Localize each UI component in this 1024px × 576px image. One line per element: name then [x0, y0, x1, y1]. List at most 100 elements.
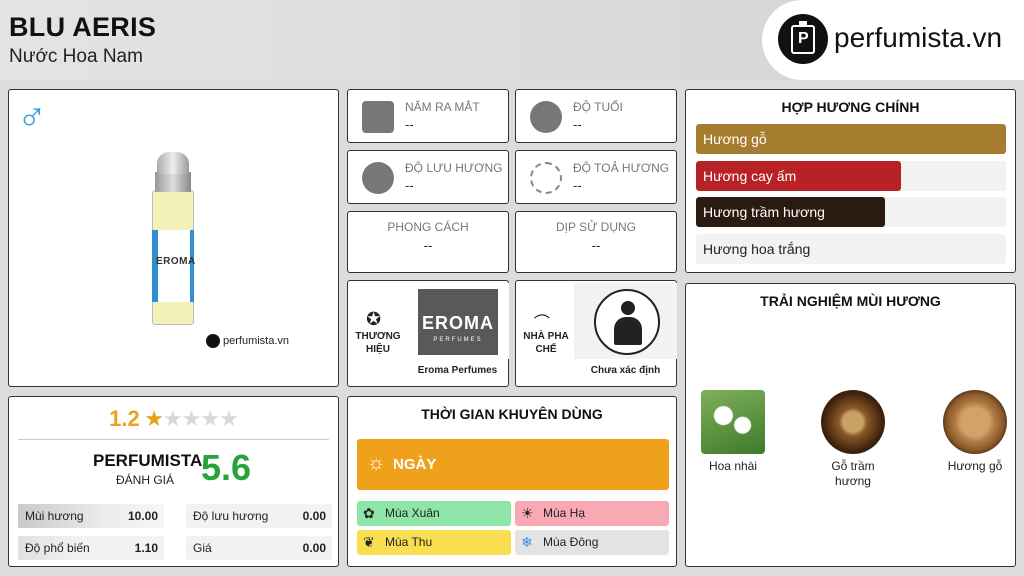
release-year-label: NĂM RA MẮT — [405, 100, 480, 114]
sillage-card: ĐỘ TOẢ HƯƠNG -- — [515, 150, 677, 204]
stat-label: Mùi hương — [25, 509, 84, 523]
perfumer-avatar — [594, 289, 660, 355]
star-icon[interactable]: ★ — [144, 406, 164, 431]
day-indicator: ☼ NGÀY — [357, 439, 669, 490]
person-icon — [530, 101, 562, 133]
accord-bar: Hương trầm hương — [696, 197, 1006, 227]
perfumer-image-panel — [574, 283, 677, 359]
age-value: -- — [573, 117, 582, 132]
occasion-card: DỊP SỬ DỤNG -- — [515, 211, 677, 273]
page-header: BLU AERIS Nước Hoa Nam P perfumista.vn — [0, 0, 1024, 80]
note-jasmine[interactable]: Hoa nhài — [698, 390, 768, 474]
release-year-card: NĂM RA MẮT -- — [347, 89, 509, 143]
occasion-label: DỊP SỬ DỤNG — [555, 220, 637, 234]
sillage-person-icon — [530, 162, 562, 194]
longevity-card: ĐỘ LƯU HƯƠNG -- — [347, 150, 509, 204]
perfumista-sublabel: ĐÁNH GIÁ — [116, 473, 175, 487]
rating-stars[interactable]: ★★★★★ — [144, 406, 239, 431]
note-agarwood[interactable]: Gỗ trầm hương — [818, 390, 888, 489]
scent-experience-card: TRẢI NGHIỆM MÙI HƯƠNG Hoa nhài Gỗ trầm h… — [685, 283, 1016, 567]
product-bottle-image: EROMA — [152, 152, 196, 327]
note-woody[interactable]: Hương gỗ — [940, 390, 1010, 474]
stat-label: Giá — [193, 541, 212, 555]
sun-icon: ☼ — [367, 452, 386, 474]
perfumista-score: 5.6 — [201, 447, 252, 488]
nose-icon: ⌒ — [534, 315, 551, 332]
note-label: Hương gỗ — [947, 459, 1003, 473]
age-label: ĐỘ TUỔI — [573, 100, 623, 114]
watermark-text: perfumista.vn — [223, 334, 290, 347]
time-title: THỜI GIAN KHUYÊN DÙNG — [421, 406, 603, 422]
clock-icon — [362, 162, 394, 194]
accord-label: Hương cay ấm — [703, 168, 797, 184]
accord-label: Hương trầm hương — [703, 204, 825, 220]
brand-label: THƯƠNG HIỆU — [355, 331, 401, 355]
brand-logo-text: EROMA — [422, 313, 494, 333]
note-label: Hoa nhài — [708, 459, 758, 473]
rating-card: 1.2 ★★★★★ PERFUMISTA ĐÁNH GIÁ 5.6 Mùi hư… — [8, 396, 339, 567]
bottle-label: EROMA — [156, 256, 196, 267]
stat-price: Giá 0.00 — [186, 536, 332, 560]
perfume-subtitle: Nước Hoa Nam — [9, 46, 143, 67]
season-spring: ✿ Mùa Xuân — [357, 501, 511, 526]
rating-divider — [18, 439, 329, 440]
brand-logo-subtext: PERFUMES — [433, 337, 483, 343]
accord-bar: Hương hoa trắng — [696, 234, 1006, 264]
main-accords-card: HỢP HƯƠNG CHÍNH Hương gỗ Hương cay ấm Hươn… — [685, 89, 1016, 273]
agarwood-image — [821, 390, 885, 454]
perfumista-label: PERFUMISTA — [93, 451, 203, 470]
star-icon[interactable]: ★ — [200, 406, 220, 431]
accord-label: Hương gỗ — [703, 131, 767, 147]
season-label: Mùa Xuân — [385, 506, 440, 520]
woody-image — [943, 390, 1007, 454]
perfume-bottle-logo-icon: P — [778, 14, 828, 64]
season-label: Mùa Đông — [543, 535, 599, 549]
note-label: Gỗ trầm hương — [831, 459, 875, 488]
watermark-logo-icon — [206, 334, 220, 348]
style-card: PHONG CÁCH -- — [347, 211, 509, 273]
age-card: ĐỘ TUỔI -- — [515, 89, 677, 143]
accord-bar: Hương gỗ — [696, 124, 1006, 154]
jasmine-image — [701, 390, 765, 454]
season-label: Mùa Hạ — [543, 506, 586, 520]
brand-card[interactable]: ✪ THƯƠNG HIỆU EROMA PERFUMES Eroma Perfu… — [347, 280, 509, 387]
image-watermark: perfumista.vn — [206, 334, 289, 348]
flower-icon: ✿ — [363, 505, 375, 521]
season-autumn: ❦ Mùa Thu — [357, 530, 511, 555]
star-icon[interactable]: ★ — [182, 406, 202, 431]
accords-title: HỢP HƯƠNG CHÍNH — [781, 99, 920, 115]
perfumer-label: NHÀ PHA CHẾ — [523, 331, 569, 355]
season-label: Mùa Thu — [385, 535, 433, 549]
site-logo-text: perfumista.vn — [834, 22, 1003, 53]
stat-popularity: Độ phổ biến 1.10 — [18, 536, 164, 560]
stat-label: Độ lưu hương — [193, 509, 269, 523]
season-summer: ☀ Mùa Hạ — [515, 501, 669, 526]
stat-value: 0.00 — [302, 509, 326, 523]
stat-value: 10.00 — [127, 509, 158, 523]
stat-value: 1.10 — [134, 541, 158, 555]
sun-small-icon: ☀ — [521, 505, 534, 521]
user-rating: 1.2 ★★★★★ — [9, 406, 338, 432]
brand-name: Eroma Perfumes — [417, 365, 498, 376]
star-badge-icon: ✪ — [366, 309, 382, 329]
brand-logo: EROMA PERFUMES — [418, 289, 498, 355]
perfumer-name: Chưa xác định — [590, 365, 661, 376]
sillage-value: -- — [573, 178, 582, 193]
site-logo[interactable]: P perfumista.vn — [762, 0, 1024, 80]
perfumer-card[interactable]: ⌒ NHÀ PHA CHẾ Chưa xác định — [515, 280, 677, 387]
stat-scent: Mùi hương 10.00 — [18, 504, 164, 528]
product-image-card: ♂ EROMA perfumista.vn — [8, 89, 339, 387]
star-icon[interactable]: ★ — [163, 406, 183, 431]
star-icon[interactable]: ★ — [219, 406, 239, 431]
calendar-icon — [362, 101, 394, 133]
day-label: NGÀY — [393, 456, 437, 473]
experience-title: TRẢI NGHIỆM MÙI HƯƠNG — [760, 293, 941, 309]
leaf-icon: ❦ — [363, 534, 375, 550]
male-symbol-icon: ♂ — [17, 94, 47, 138]
longevity-label: ĐỘ LƯU HƯƠNG — [405, 161, 503, 175]
stat-value: 0.00 — [302, 541, 326, 555]
accord-bar: Hương cay ấm — [696, 161, 1006, 191]
season-winter: ❄ Mùa Đông — [515, 530, 669, 555]
longevity-value: -- — [405, 178, 414, 193]
style-value: -- — [423, 238, 433, 253]
